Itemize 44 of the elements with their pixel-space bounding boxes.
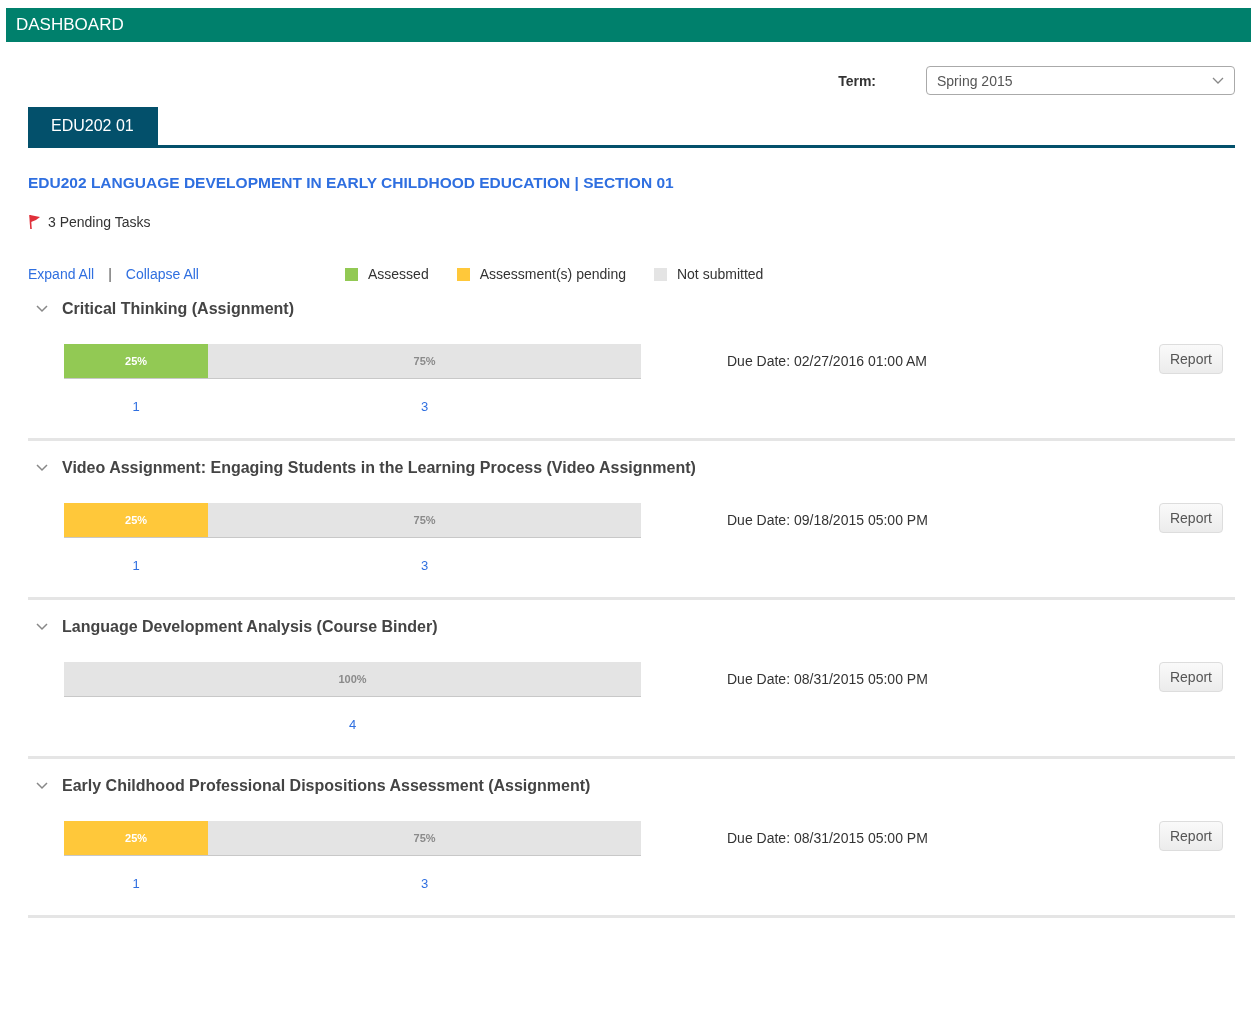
legend-label: Assessment(s) pending (479, 266, 626, 282)
report-button[interactable]: Report (1158, 503, 1223, 533)
progress-segment: 25% (64, 503, 209, 537)
collapse-all-link[interactable]: Collapse All (125, 266, 199, 282)
report-button[interactable]: Report (1158, 662, 1223, 692)
progress-segment: 25% (64, 821, 209, 855)
due-date: Due Date: 08/31/2015 05:00 PM (727, 671, 929, 687)
progress-segment: 75% (208, 821, 641, 855)
legend-label: Assessed (367, 266, 429, 282)
chevron-down-icon (1212, 76, 1224, 85)
expand-all-link[interactable]: Expand All (28, 266, 95, 282)
count-link[interactable]: 3 (421, 876, 429, 891)
progress-segment: 25% (64, 344, 209, 378)
due-date: Due Date: 08/31/2015 05:00 PM (727, 830, 929, 846)
term-select[interactable]: Spring 2015 (926, 66, 1235, 95)
count-link[interactable]: 3 (421, 399, 429, 414)
assignment-title: Video Assignment: Engaging Students in the Learning Process (Video Assignment) (62, 459, 696, 477)
report-button[interactable]: Report (1158, 821, 1223, 851)
flag-icon (28, 214, 42, 230)
term-label: Term: (838, 72, 876, 89)
assignment-title: Critical Thinking (Assignment) (62, 300, 294, 318)
separator: | (108, 266, 112, 282)
assignment-title: Language Development Analysis (Course Binder) (62, 618, 438, 636)
count-link[interactable]: 4 (348, 717, 357, 732)
progress-segment: 100% (64, 662, 641, 696)
report-button[interactable]: Report (1158, 344, 1223, 374)
progress-segment: 75% (208, 503, 641, 537)
course-tab[interactable]: EDU202 01 (28, 107, 158, 145)
chevron-icon[interactable] (36, 782, 48, 790)
legend-label: Not submitted (676, 266, 764, 282)
count-link[interactable]: 1 (132, 399, 140, 414)
chevron-icon[interactable] (36, 623, 48, 631)
assignment-title: Early Childhood Professional Dispositions Assessment (Assignment) (62, 777, 591, 795)
pending-tasks: 3 Pending Tasks (48, 214, 151, 230)
count-link[interactable]: 1 (132, 558, 140, 573)
page-title: DASHBOARD (16, 15, 124, 35)
course-title: EDU202 LANGUAGE DEVELOPMENT IN EARLY CHILDHOOD EDUCATION | SECTION 01 (28, 174, 675, 192)
count-link[interactable]: 1 (132, 876, 140, 891)
count-link[interactable]: 3 (421, 558, 429, 573)
due-date: Due Date: 09/18/2015 05:00 PM (727, 512, 929, 528)
due-date: Due Date: 02/27/2016 01:00 AM (727, 353, 929, 369)
progress-segment: 75% (208, 344, 641, 378)
chevron-icon[interactable] (36, 464, 48, 472)
chevron-icon[interactable] (36, 305, 48, 313)
